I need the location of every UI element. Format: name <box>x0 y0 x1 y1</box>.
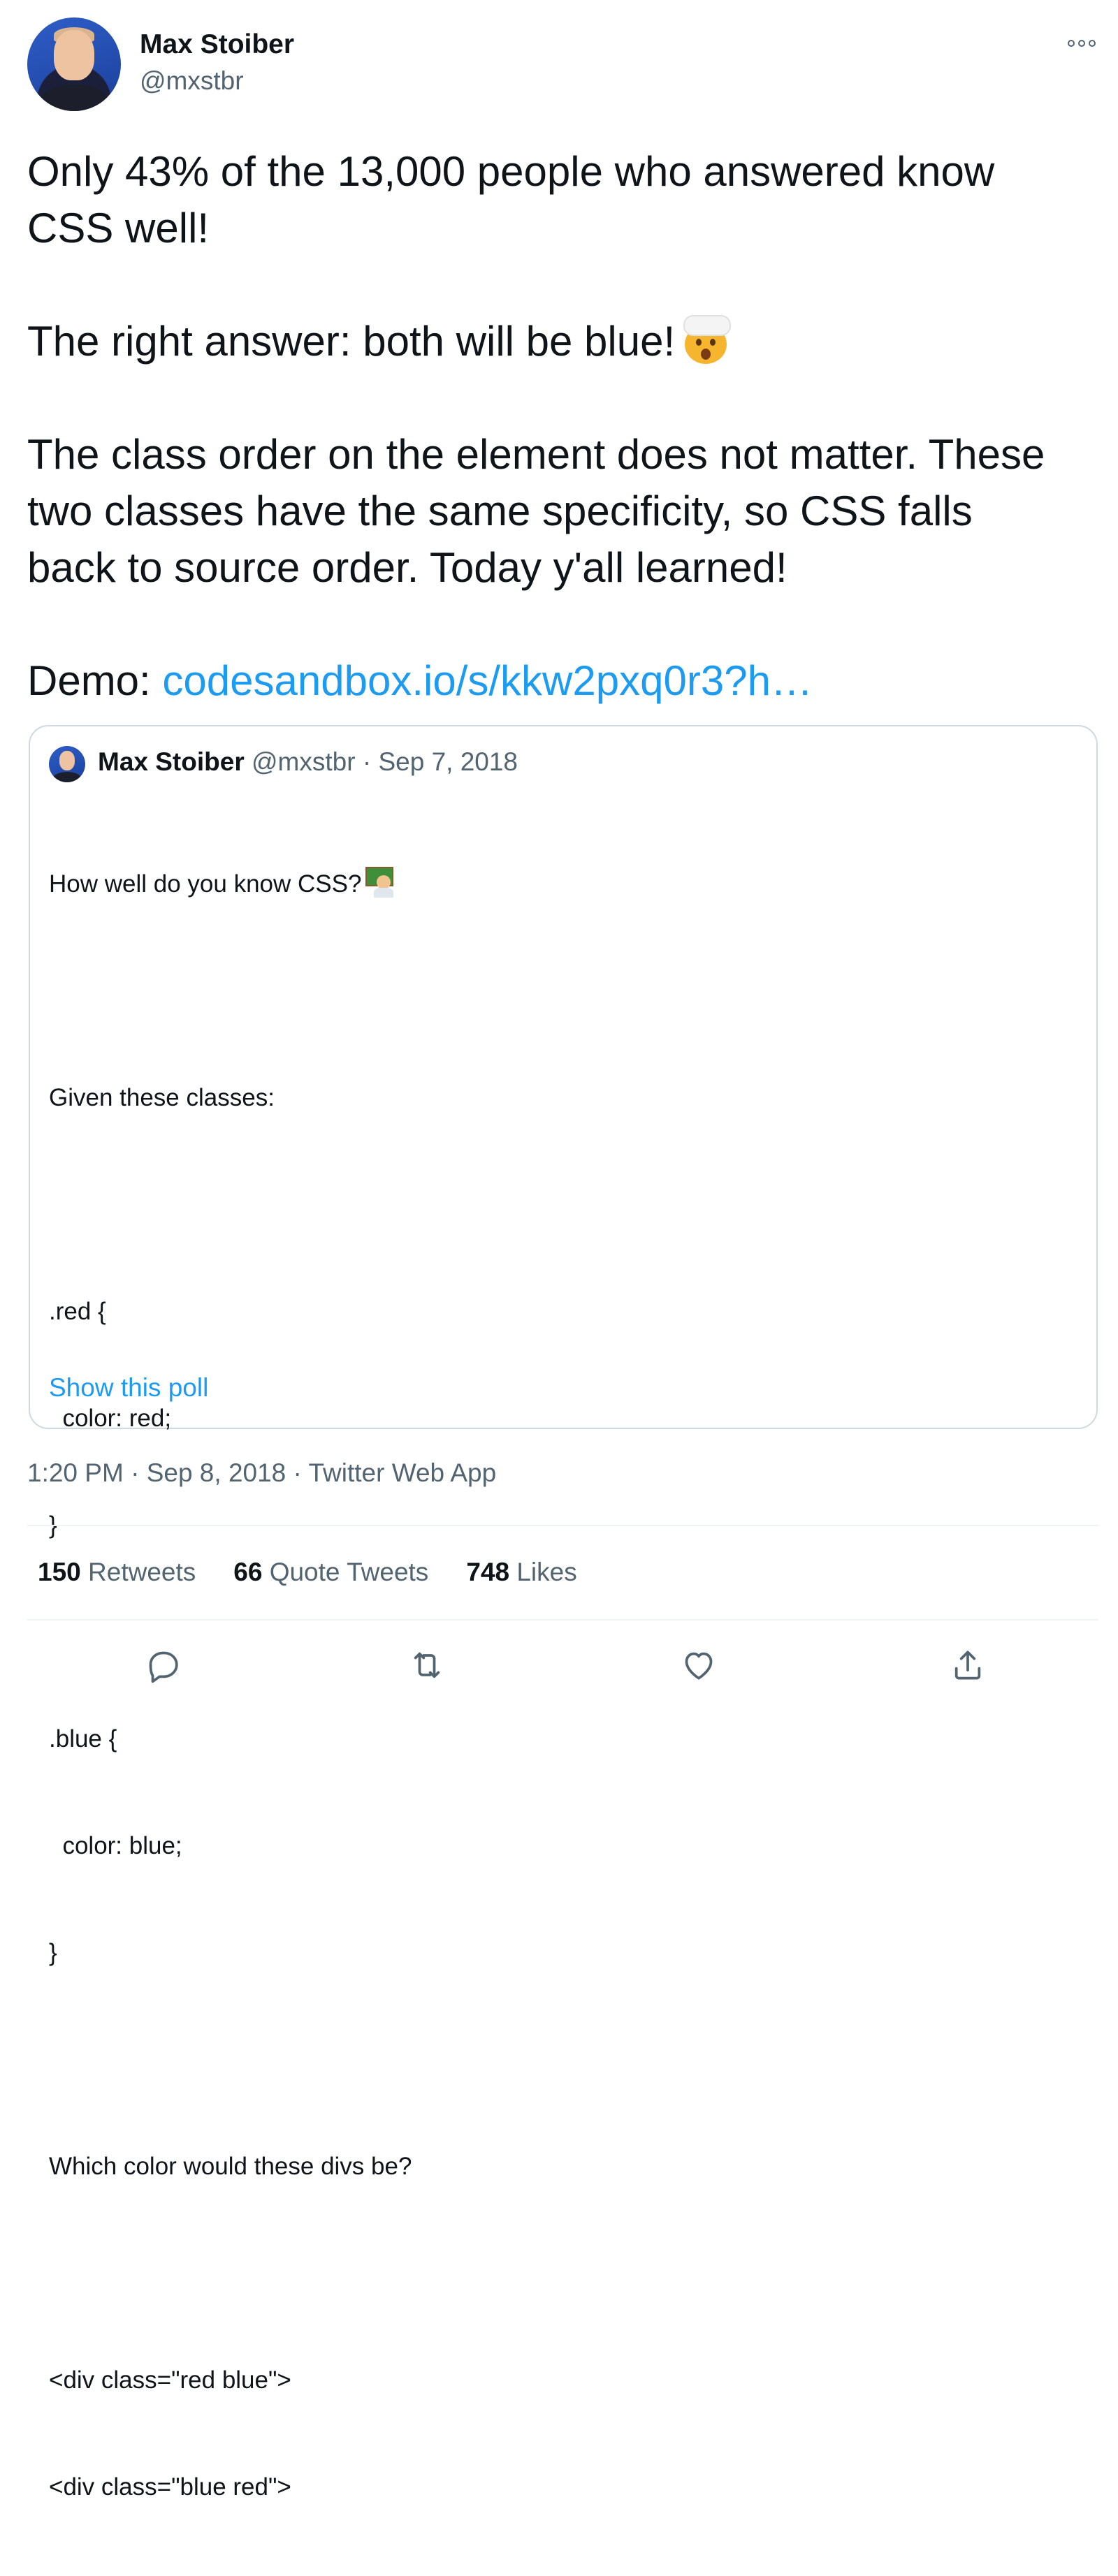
author-handle[interactable]: @mxstbr <box>140 66 244 96</box>
tweet-meta: 1:20 PM · Sep 8, 2018 · Twitter Web App <box>27 1458 497 1487</box>
demo-line: Demo: codesandbox.io/s/kkw2pxq0r3?h… <box>27 657 813 704</box>
author-name[interactable]: Max Stoiber <box>140 29 294 60</box>
quoted-line: color: blue; <box>49 1832 182 1859</box>
quoted-title-line: How well do you know CSS? <box>49 866 1076 902</box>
tweet-line: The class order on the element does not … <box>27 431 1045 478</box>
like-icon[interactable] <box>679 1646 718 1685</box>
quoted-tweet[interactable]: Max Stoiber @mxstbr · Sep 7, 2018 How we… <box>29 725 1098 2501</box>
quoted-line <box>49 2042 1076 2077</box>
tweet-answer-line: The right answer: both will be blue! <box>27 313 1096 369</box>
demo-link[interactable]: codesandbox.io/s/kkw2pxq0r3?h… <box>162 657 813 704</box>
quoted-line <box>49 1187 1076 1222</box>
quoted-line: Which color would these divs be? <box>49 2153 412 2180</box>
tweet-date[interactable]: Sep 8, 2018 <box>147 1458 286 1487</box>
quoted-text: How well do you know CSS? Given these cl… <box>49 795 1076 2576</box>
quoted-line: <div class="blue red"> <box>49 2473 291 2501</box>
avatar[interactable] <box>27 17 121 111</box>
show-poll-link[interactable]: Show this poll <box>49 1373 208 1403</box>
tweet-line: CSS well! <box>27 205 210 251</box>
quoted-header: Max Stoiber @mxstbr · Sep 7, 2018 <box>98 747 518 776</box>
tweet-line: back to source order. Today y'all learne… <box>27 544 787 591</box>
reply-icon[interactable] <box>143 1646 182 1685</box>
tweet-time[interactable]: 1:20 PM <box>27 1458 124 1487</box>
quoted-author-name: Max Stoiber <box>98 747 245 776</box>
quoted-avatar <box>49 746 85 782</box>
quoted-line: Given these classes: <box>49 1084 275 1111</box>
tweet-source[interactable]: Twitter Web App <box>308 1458 496 1487</box>
quoted-author-handle: @mxstbr <box>252 747 356 776</box>
tweet-line: two classes have the same specificity, s… <box>27 488 973 534</box>
exploding-head-icon <box>681 315 732 364</box>
share-icon[interactable] <box>948 1646 987 1685</box>
quoted-line: .red { <box>49 1298 106 1325</box>
tweet-line: Only 43% of the 13,000 people who answer… <box>27 148 995 195</box>
quoted-line: color: red; <box>49 1405 172 1432</box>
teacher-icon <box>365 867 394 898</box>
quoted-line <box>49 2255 1076 2291</box>
tweet-detail: Max Stoiber @mxstbr Only 43% of the 13,0… <box>0 0 1118 2501</box>
retweet-icon[interactable] <box>407 1646 447 1685</box>
quote-tweets-stat[interactable]: 66 Quote Tweets <box>233 1558 428 1587</box>
divider <box>27 1525 1098 1526</box>
quoted-line: <div class="red blue"> <box>49 2366 291 2394</box>
quoted-line: .blue { <box>49 1725 117 1752</box>
likes-stat[interactable]: 748 Likes <box>466 1558 576 1587</box>
quoted-line: } <box>49 1939 57 1966</box>
quoted-date: Sep 7, 2018 <box>378 747 518 776</box>
divider <box>27 1619 1098 1620</box>
retweets-stat[interactable]: 150 Retweets <box>38 1558 196 1587</box>
tweet-stats: 150 Retweets 66 Quote Tweets 748 Likes <box>38 1558 577 1587</box>
quoted-line <box>49 973 1076 1009</box>
more-options-icon[interactable] <box>1065 36 1098 50</box>
tweet-text: Only 43% of the 13,000 people who answer… <box>27 143 1096 709</box>
